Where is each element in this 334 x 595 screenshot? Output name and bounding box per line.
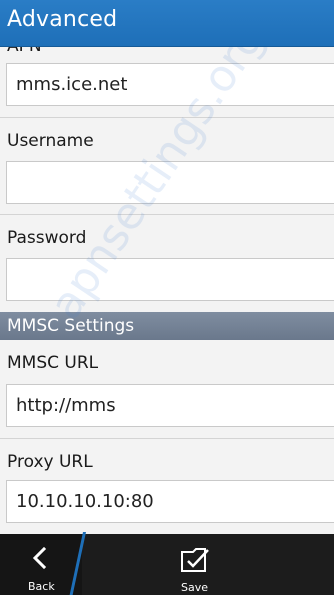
divider: [0, 214, 334, 215]
save-label: Save: [181, 581, 209, 594]
username-label: Username: [7, 131, 94, 151]
save-checkmark-icon: [181, 548, 209, 572]
action-bar: Back Save: [0, 532, 334, 595]
username-field[interactable]: [6, 161, 334, 204]
page-title: Advanced: [7, 7, 118, 32]
proxy-url-field[interactable]: 10.10.10.10:80: [6, 480, 334, 523]
back-label: Back: [28, 580, 55, 593]
divider: [0, 438, 334, 439]
proxy-url-label: Proxy URL: [7, 452, 93, 472]
mmsc-section-header: MMSC Settings: [0, 312, 334, 340]
chevron-left-icon: [32, 547, 47, 569]
back-button[interactable]: Back: [0, 534, 82, 595]
settings-form: APN mms.ice.net Username Password MMSC S…: [0, 47, 334, 534]
mmsc-url-field[interactable]: http://mms: [6, 384, 334, 427]
apn-label: APN: [7, 47, 42, 56]
mmsc-url-label: MMSC URL: [7, 353, 99, 373]
password-label: Password: [7, 228, 87, 248]
password-field[interactable]: [6, 258, 334, 301]
title-bar: Advanced: [0, 0, 334, 47]
divider: [0, 117, 334, 118]
save-button[interactable]: Save: [155, 534, 233, 595]
apn-field[interactable]: mms.ice.net: [6, 63, 334, 106]
